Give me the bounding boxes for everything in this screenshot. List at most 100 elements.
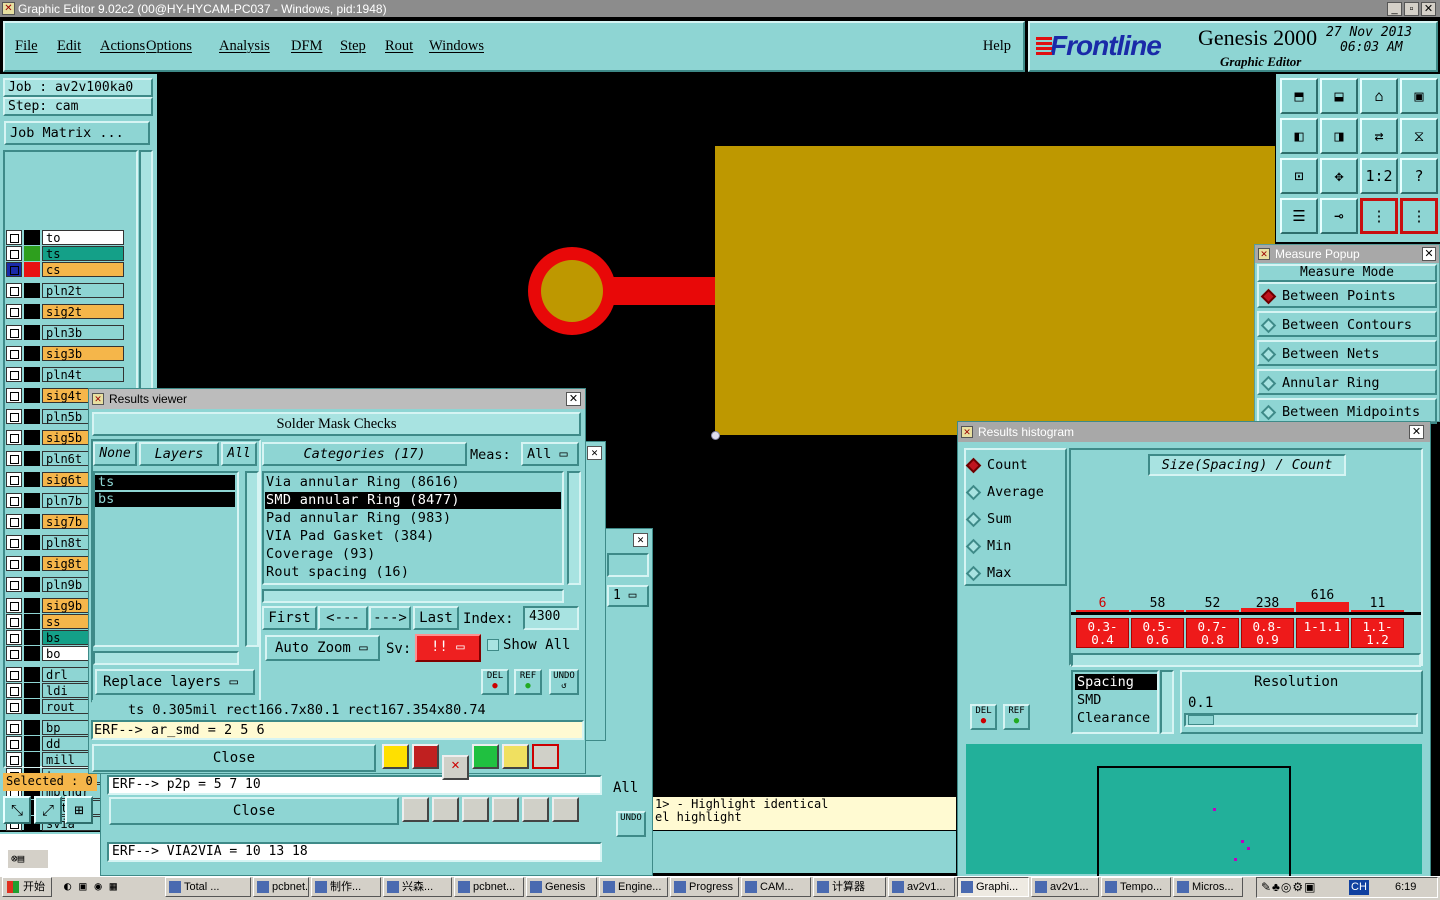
category-item[interactable]: VIA Pad Gasket (384): [265, 528, 561, 545]
category-item[interactable]: Rout spacing (16): [265, 564, 561, 581]
spacing-item[interactable]: Clearance: [1075, 710, 1157, 726]
layer-color-swatch[interactable]: [24, 535, 40, 550]
bar-category-label[interactable]: 0.8-0.9: [1241, 618, 1294, 648]
menu-item[interactable]: Analysis: [219, 38, 270, 55]
layer-color-swatch[interactable]: [24, 325, 40, 340]
histogram-mode-option[interactable]: Max: [965, 562, 1064, 584]
layer-checkbox[interactable]: [6, 736, 22, 751]
categories-hscroll[interactable]: [262, 589, 564, 603]
hist-del-button[interactable]: DEL ●: [970, 704, 997, 730]
number-tool-icon[interactable]: [472, 744, 499, 769]
taskbar-item[interactable]: pcbnet...: [454, 877, 524, 897]
layer-row[interactable]: pln2t: [6, 283, 124, 298]
auto-zoom-dropdown[interactable]: Auto Zoom ▭: [265, 635, 380, 661]
back-tool-4[interactable]: [492, 797, 519, 822]
bar-category-label[interactable]: 1-1.1: [1296, 618, 1349, 648]
menu-item[interactable]: Edit: [57, 38, 81, 55]
spacing-vscroll[interactable]: [1160, 670, 1174, 734]
layer-checkbox[interactable]: [6, 346, 22, 361]
start-button[interactable]: 开始: [2, 877, 52, 897]
taskbar-item[interactable]: Progress: [670, 877, 739, 897]
layer-checkbox[interactable]: [6, 614, 22, 629]
trace[interactable]: [603, 277, 715, 305]
layer-color-swatch[interactable]: [24, 283, 40, 298]
layer-color-swatch[interactable]: [24, 556, 40, 571]
measure-option[interactable]: Between Contours: [1257, 311, 1437, 337]
layer-row[interactable]: sig3b: [6, 346, 124, 361]
layer-color-swatch[interactable]: [24, 230, 40, 245]
meas-dropdown[interactable]: All ▭: [521, 442, 579, 466]
spacing-item[interactable]: Spacing: [1075, 674, 1157, 690]
layer-checkbox[interactable]: [6, 667, 22, 682]
tray-icons[interactable]: ✎♣◎⚙▣: [1261, 878, 1317, 897]
menu-item[interactable]: Step: [340, 38, 366, 55]
layer-name[interactable]: ts: [42, 246, 124, 261]
histogram-close-button[interactable]: ✕: [1409, 425, 1424, 439]
fit-screen-icon[interactable]: ⊡: [1280, 158, 1318, 194]
layer-row[interactable]: pln4t: [6, 367, 124, 382]
layer-name[interactable]: cs: [42, 262, 124, 277]
window-icon[interactable]: ▣: [1400, 78, 1438, 114]
bar-category-label[interactable]: 0.7-0.8: [1186, 618, 1239, 648]
menu-item[interactable]: Rout: [385, 38, 413, 55]
taskbar-item[interactable]: 制作...: [311, 877, 381, 897]
first-button[interactable]: First: [262, 606, 317, 630]
home-icon[interactable]: ⌂: [1360, 78, 1398, 114]
layer-color-swatch[interactable]: [24, 752, 40, 767]
layer-color-swatch[interactable]: [24, 430, 40, 445]
layer-color-swatch[interactable]: [24, 304, 40, 319]
minimize-button[interactable]: _: [1387, 2, 1402, 16]
layer-checkbox[interactable]: [6, 556, 22, 571]
layer-checkbox[interactable]: [6, 646, 22, 661]
taskbar-item[interactable]: Graphi...: [957, 877, 1029, 897]
measure-option[interactable]: Annular Ring: [1257, 369, 1437, 395]
layer-checkbox[interactable]: [6, 451, 22, 466]
chart-hscroll[interactable]: [1071, 653, 1421, 667]
none-button[interactable]: None: [93, 442, 137, 466]
close-button[interactable]: ✕: [1421, 2, 1436, 16]
layer-color-swatch[interactable]: [24, 720, 40, 735]
categories-vscroll[interactable]: [567, 471, 581, 585]
layer-checkbox[interactable]: [6, 577, 22, 592]
minimized-icon[interactable]: ⊗▤: [8, 850, 48, 868]
layer-color-swatch[interactable]: [24, 409, 40, 424]
histogram-mode-option[interactable]: Average: [965, 481, 1064, 503]
layer-checkbox[interactable]: [6, 325, 22, 340]
menu-item[interactable]: DFM: [291, 38, 322, 55]
layer-row[interactable]: sig2t: [6, 304, 124, 319]
histogram-bar[interactable]: [1296, 602, 1349, 612]
taskbar-item[interactable]: CAM...: [741, 877, 811, 897]
back-all[interactable]: All: [613, 780, 638, 796]
layer-name[interactable]: to: [42, 230, 124, 245]
probe-icon[interactable]: ⊸: [1320, 198, 1358, 234]
report-tool-icon[interactable]: [412, 744, 439, 769]
results-close-text-button[interactable]: Close: [92, 744, 376, 772]
back-tool-3[interactable]: [462, 797, 489, 822]
center-icon[interactable]: ✥: [1320, 158, 1358, 194]
last-button[interactable]: Last: [413, 606, 459, 630]
back-close-button-2[interactable]: ✕: [633, 533, 648, 547]
layer-color-swatch[interactable]: [24, 577, 40, 592]
copper-pad[interactable]: [715, 146, 1275, 435]
layer-checkbox[interactable]: [6, 262, 22, 277]
taskbar-item[interactable]: 兴森...: [383, 877, 452, 897]
back-close-text-button[interactable]: Close: [109, 797, 399, 825]
spacing-item[interactable]: SMD: [1075, 692, 1157, 708]
sv-dropdown[interactable]: !! ▭: [415, 634, 481, 662]
menu-item[interactable]: Options: [146, 38, 192, 55]
histogram-mode-option[interactable]: Sum: [965, 508, 1064, 530]
layer-checkbox[interactable]: [6, 493, 22, 508]
layer-checkbox[interactable]: [6, 535, 22, 550]
job-matrix-button[interactable]: Job Matrix ...: [4, 121, 150, 145]
taskbar-item[interactable]: av2v1...: [888, 877, 955, 897]
ref-button[interactable]: REF ●: [514, 669, 542, 695]
layer-color-swatch[interactable]: [24, 451, 40, 466]
notes-tool-icon[interactable]: [502, 744, 529, 769]
menu-item[interactable]: File: [15, 38, 38, 55]
replace-layers-button[interactable]: Replace layers ▭: [95, 669, 255, 695]
layer-name[interactable]: pln2t: [42, 283, 124, 298]
layer-color-swatch[interactable]: [24, 736, 40, 751]
bar-category-label[interactable]: 0.5-0.6: [1131, 618, 1184, 648]
maximize-button[interactable]: ▫: [1404, 2, 1419, 16]
layer-row[interactable]: to: [6, 230, 124, 245]
